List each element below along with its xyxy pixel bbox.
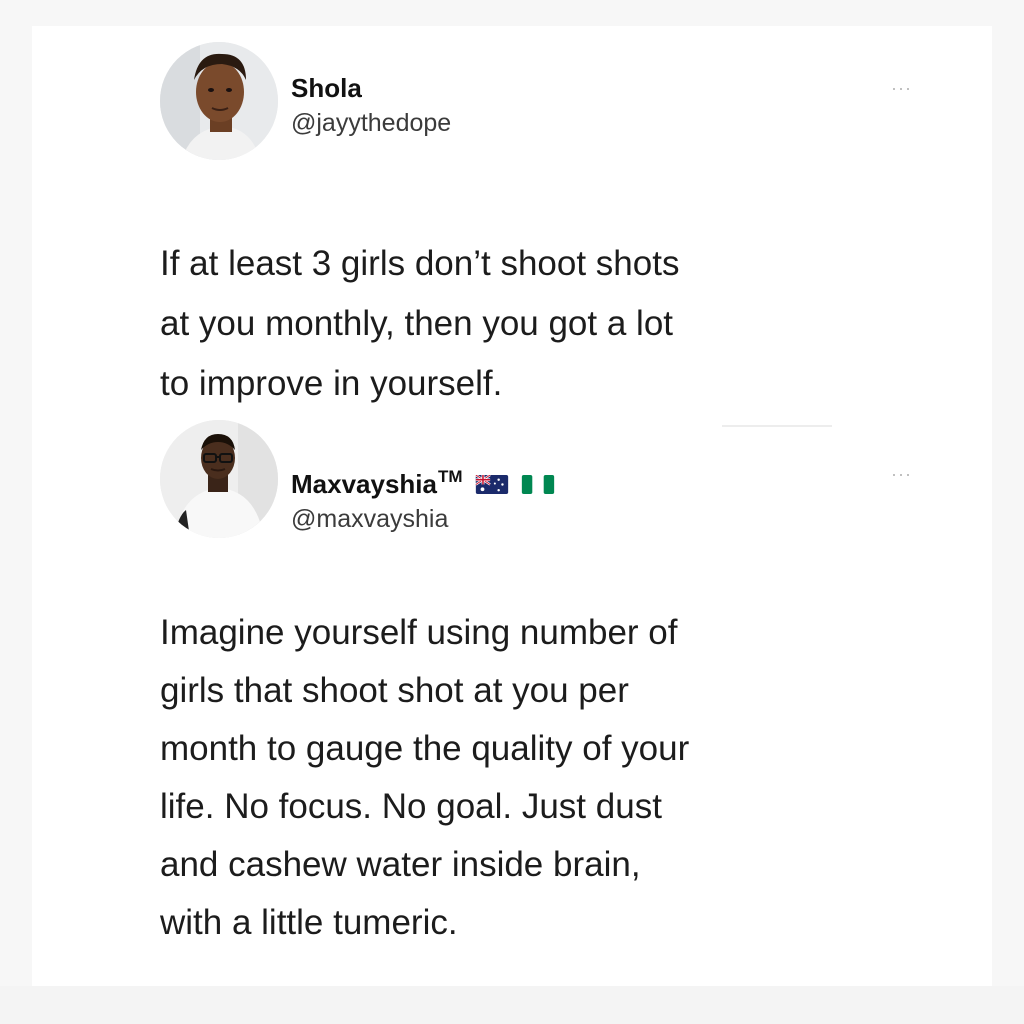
more-options-icon[interactable]: ··· bbox=[891, 464, 912, 485]
tweet: Maxvayshia TM @maxvayshia ··· Imagine yo… bbox=[160, 420, 920, 942]
trademark-symbol: TM bbox=[437, 467, 463, 486]
display-name-text[interactable]: Maxvayshia bbox=[291, 468, 437, 500]
tweet-header: Shola @jayythedope ··· bbox=[160, 42, 920, 160]
tweet-text: Imagine yourself using number of girls t… bbox=[160, 613, 690, 942]
avatar-image bbox=[160, 420, 278, 538]
avatar-image bbox=[160, 42, 278, 160]
australia-flag-icon bbox=[474, 474, 508, 494]
display-name-text[interactable]: Shola bbox=[291, 72, 362, 104]
avatar[interactable] bbox=[160, 42, 278, 160]
tweet-header: Maxvayshia TM @maxvayshia ··· bbox=[160, 420, 920, 538]
tweet: Shola @jayythedope ··· If at least 3 gir… bbox=[160, 42, 920, 403]
author-names: Maxvayshia TM @maxvayshia bbox=[291, 467, 555, 536]
handle[interactable]: @maxvayshia bbox=[291, 502, 555, 536]
nigeria-flag-icon bbox=[521, 474, 554, 494]
avatar[interactable] bbox=[160, 420, 278, 538]
author-names: Shola @jayythedope bbox=[291, 72, 451, 140]
handle[interactable]: @jayythedope bbox=[291, 106, 451, 140]
display-name[interactable]: Maxvayshia TM bbox=[291, 467, 555, 500]
screenshot-card: Shola @jayythedope ··· If at least 3 gir… bbox=[32, 26, 992, 986]
display-name[interactable]: Shola bbox=[291, 72, 451, 104]
more-options-icon[interactable]: ··· bbox=[891, 78, 912, 99]
tweet-text: If at least 3 girls don’t shoot shots at… bbox=[160, 244, 680, 403]
bottom-bar bbox=[0, 986, 1024, 1024]
